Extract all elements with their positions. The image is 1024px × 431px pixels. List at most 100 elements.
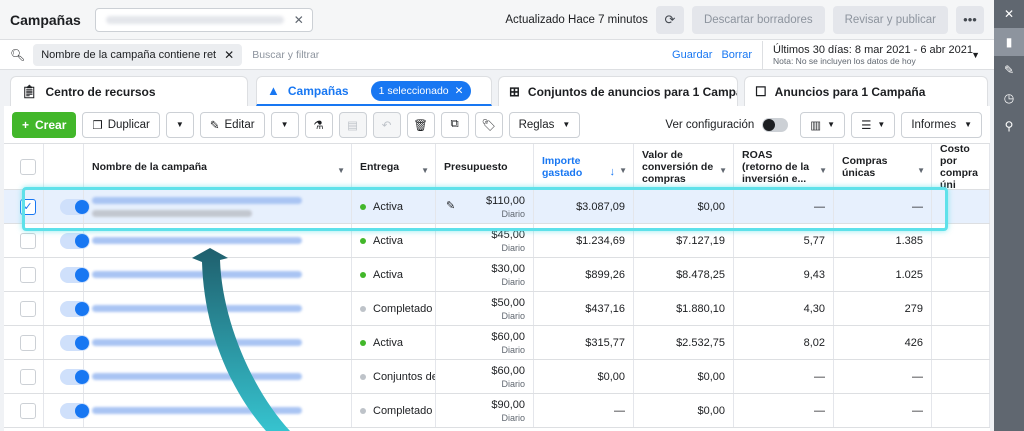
delivery-status: Activa [373,336,403,349]
tab-adsets[interactable]: ⊞ Conjuntos de anuncios para 1 Campa... [498,76,738,106]
create-button[interactable]: + Crear [12,111,77,138]
search-input[interactable]: Buscar y filtrar [252,49,319,61]
column-header-conv-value[interactable]: Valor de conversión de compras ▼ [634,144,734,189]
column-header-delivery[interactable]: Entrega ▼ [352,144,436,189]
budget-cell[interactable]: $90,00 Diario [436,394,534,427]
save-filter-link[interactable]: Guardar [672,49,712,61]
row-checkbox[interactable] [20,300,36,317]
date-note-text: Nota: No se incluyen los datos de hoy [773,55,916,66]
row-checkbox[interactable] [20,402,36,419]
select-all-checkbox[interactable] [20,158,36,175]
column-header-purchases[interactable]: Compras únicas ▼ [834,144,932,189]
row-checkbox[interactable] [20,232,36,249]
row-select-cell [4,360,44,393]
tab-resource-center[interactable]: 📋︎ Centro de recursos [10,76,248,106]
column-header-cost[interactable]: Costo por compra úni [932,144,990,189]
column-header-name[interactable]: Nombre de la campaña ▼ [84,144,352,189]
review-publish-button[interactable]: Revisar y publicar [832,5,948,34]
status-dot [360,305,366,312]
filter-actions: Guardar Borrar [666,49,752,61]
edit-dropdown[interactable]: ▼ [270,111,299,138]
row-checkbox[interactable] [20,368,36,385]
purchases-value: 1.385 [895,234,923,247]
reports-dropdown[interactable]: Informes ▼ [901,111,982,138]
chevron-down-icon: ▼ [971,49,980,60]
pencil-icon[interactable]: ✎ [994,56,1024,84]
close-icon[interactable]: ✕ [294,13,304,27]
spent-cell: $0,00 [534,360,634,393]
conv-value-cell: $2.532,75 [634,326,734,359]
row-toggle-cell [44,292,90,325]
selected-count-pill[interactable]: 1 seleccionado ✕ [370,80,472,101]
duplicate-label: Duplicar [107,118,150,131]
edit-button[interactable]: ✎ Editar [199,111,265,138]
duplicate-button[interactable]: ❐ Duplicar [82,111,160,138]
table-row[interactable]: Conjuntos de $60,00 Diario $0,00 $0,00— — [4,360,990,394]
column-header-spent[interactable]: Importe gastado ↓ ▼ [534,144,634,189]
search-icon[interactable]: ⚲ [994,112,1024,140]
refresh-icon[interactable]: ⟳ [655,5,684,34]
preview-button[interactable]: ⧉ [440,111,469,138]
spent-cell: $899,26 [534,258,634,291]
breakdown-button[interactable]: ☰ ▼ [851,111,896,138]
delivery-cell: Completado [352,394,436,427]
column-label: Costo por compra úni [940,144,978,189]
undo-button[interactable]: ↶ [372,111,401,138]
budget-cell[interactable]: $60,00 Diario [436,326,534,359]
table-row[interactable]: Activa $30,00 Diario $899,26 $8.478,25 9,43 1.… [4,258,990,292]
column-header-roas[interactable]: ROAS (retorno de la inversión e... ▼ [734,144,834,189]
budget-cell[interactable]: $60,00 Diario [436,360,534,393]
date-range-picker[interactable]: Últimos 30 días: 8 mar 2021 - 6 abr 2021… [762,40,984,69]
account-selector[interactable]: ✕ [94,7,313,32]
more-options-button[interactable]: ••• [956,5,984,34]
close-icon[interactable]: ✕ [455,85,464,97]
roas-value: 5,77 [803,234,825,247]
preview-icon: ⧉ [450,118,459,130]
row-toggle-cell [44,258,90,291]
clock-icon[interactable]: ◷ [994,84,1024,112]
table-row[interactable]: Completado $90,00 Diario — $0,00— — [4,394,990,428]
reports-label: Informes [911,118,957,131]
conv-value-cell: $8.478,25 [634,258,734,291]
flask-icon: ⚗ [313,119,324,132]
budget-cell[interactable]: $50,00 Diario [436,292,534,325]
columns-icon: ▥ [810,119,822,132]
budget-cell[interactable]: $30,00 Diario [436,258,534,291]
close-icon[interactable]: ✕ [994,0,1024,28]
pencil-icon: ✎ [209,119,220,132]
duplicate-dropdown[interactable]: ▼ [165,111,194,138]
filter-chip[interactable]: Nombre de la campaña contiene ret ✕ [33,43,243,66]
close-icon[interactable]: ✕ [224,48,234,62]
column-header-budget[interactable]: Presupuesto [436,144,534,189]
right-rail: ✕ ▮ ✎ ◷ ⚲ [994,0,1024,431]
edit-label: Editar [224,118,255,131]
table-row[interactable]: Completado $50,00 Diario $437,16 $1.880,10 4,… [4,292,990,326]
purchases-cell: 426 [834,326,932,359]
table-row[interactable]: Activa $60,00 Diario $315,77 $2.532,75 8,02 42… [4,326,990,360]
column-label: Presupuesto [444,160,508,173]
columns-button[interactable]: ▥ ▼ [800,111,846,138]
clipboard-button[interactable]: ▤ [338,111,367,138]
clear-filter-link[interactable]: Borrar [721,49,752,61]
discard-drafts-button[interactable]: Descartar borradores [691,5,825,34]
tag-button[interactable]: 🏷︎ [474,111,503,138]
tab-ads[interactable]: ☐ Anuncios para 1 Campaña [744,76,988,106]
column-label: ROAS (retorno de la inversión e... [742,148,810,185]
status-dot [360,271,366,278]
ab-test-button[interactable]: ⚗ [304,111,333,138]
chart-icon[interactable]: ▮ [994,28,1024,56]
trash-icon: 🗑︎ [413,119,428,132]
row-checkbox[interactable] [20,266,36,283]
view-setup-toggle[interactable] [762,117,789,132]
delete-button[interactable]: 🗑︎ [406,111,435,138]
budget-value: $50,00 [491,296,525,309]
chevron-down-icon: ▼ [280,120,289,129]
rules-dropdown[interactable]: Reglas ▼ [508,111,581,138]
delivery-status: Completado [373,404,433,417]
budget-value: $30,00 [491,262,525,275]
top-header: Campañas ✕ Actualizado Hace 7 minutos ⟳ … [0,0,994,40]
row-checkbox[interactable] [20,334,36,351]
search-icon: 🔍︎ [10,47,26,62]
sort-down-icon: ↓ [609,166,616,178]
tab-campaigns[interactable]: ▲ Campañas 1 seleccionado ✕ [256,76,492,106]
